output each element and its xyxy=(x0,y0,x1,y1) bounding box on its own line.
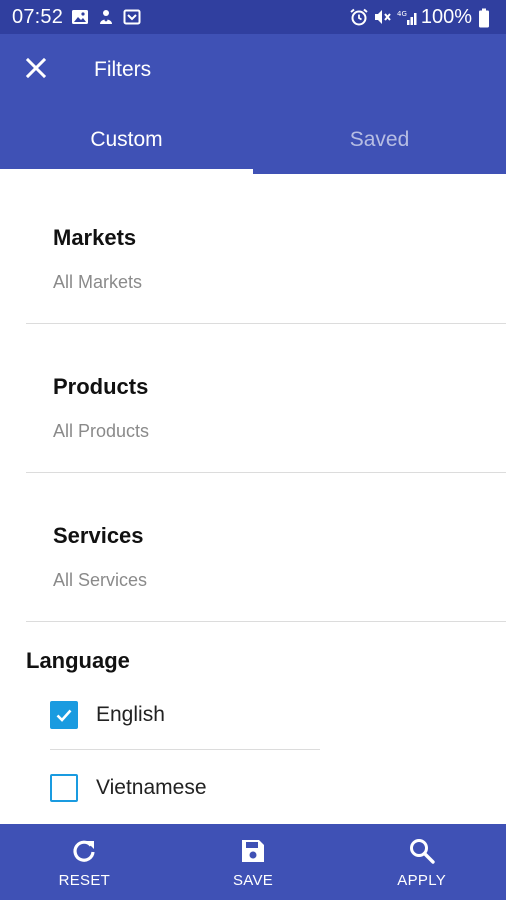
products-title: Products xyxy=(53,374,149,399)
apply-label: APPLY xyxy=(397,871,447,889)
reset-label: RESET xyxy=(58,871,111,889)
apply-button[interactable]: APPLY xyxy=(337,824,506,900)
bottom-action-bar: RESET SAVE APPLY xyxy=(0,824,506,900)
save-label: SAVE xyxy=(232,871,274,889)
notification-icon xyxy=(97,8,115,26)
language-option-english[interactable]: English xyxy=(50,695,165,735)
reset-button[interactable]: RESET xyxy=(0,824,169,900)
search-icon xyxy=(407,836,437,866)
cast-icon xyxy=(123,8,141,26)
tab-active-indicator xyxy=(0,169,253,174)
status-time: 07:52 xyxy=(12,5,64,28)
status-bar: 07:52 4G 100% xyxy=(0,0,506,34)
language-divider xyxy=(50,749,320,750)
save-icon xyxy=(238,836,268,866)
status-bar-right: 4G 100% xyxy=(349,0,496,34)
image-icon xyxy=(71,8,89,26)
svg-text:4G: 4G xyxy=(397,10,407,18)
checkmark-icon xyxy=(56,709,72,722)
markets-title: Markets xyxy=(53,225,137,250)
tab-custom[interactable]: Custom xyxy=(0,106,253,174)
alarm-icon xyxy=(349,8,368,26)
products-value: All Products xyxy=(53,421,150,441)
vietnamese-label: Vietnamese xyxy=(96,776,207,799)
battery-percentage: 100% xyxy=(420,5,472,28)
close-button[interactable] xyxy=(18,52,54,88)
tab-saved[interactable]: Saved xyxy=(253,106,506,174)
mute-icon xyxy=(373,8,391,26)
signal-icon: 4G xyxy=(397,8,417,26)
services-title: Services xyxy=(53,523,144,548)
vietnamese-checkbox[interactable] xyxy=(50,774,78,802)
divider xyxy=(26,621,506,622)
language-title: Language xyxy=(26,648,130,673)
markets-value: All Markets xyxy=(53,272,143,292)
battery-icon xyxy=(478,8,496,28)
close-icon xyxy=(25,57,47,84)
products-filter[interactable]: Products All Products xyxy=(0,324,506,473)
app-bar: Filters xyxy=(0,34,506,106)
english-checkbox[interactable] xyxy=(50,701,78,729)
markets-filter[interactable]: Markets All Markets xyxy=(0,175,506,324)
language-option-vietnamese[interactable]: Vietnamese xyxy=(50,768,207,808)
services-filter[interactable]: Services All Services xyxy=(0,473,506,622)
status-bar-left: 07:52 xyxy=(12,0,141,34)
tab-bar: Custom Saved xyxy=(0,106,506,174)
save-button[interactable]: SAVE xyxy=(169,824,338,900)
page-title: Filters xyxy=(94,58,152,81)
services-value: All Services xyxy=(53,570,148,590)
refresh-icon xyxy=(69,836,99,866)
english-label: English xyxy=(96,703,165,726)
